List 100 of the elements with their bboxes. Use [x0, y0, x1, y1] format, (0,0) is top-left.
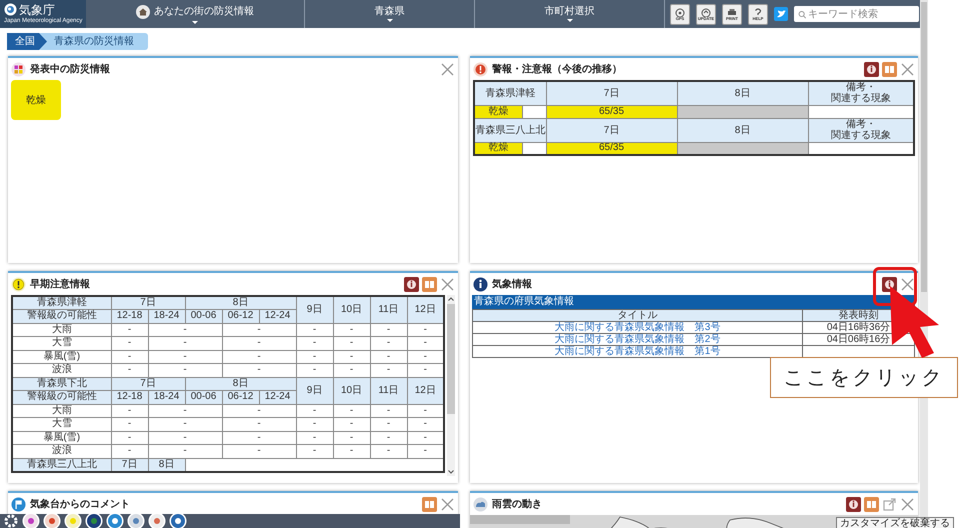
- warning-tile[interactable]: 乾燥: [11, 80, 61, 120]
- table-cell: -: [407, 350, 444, 364]
- table-cell: -: [407, 444, 444, 458]
- row-header: 青森県三八上北: [12, 458, 111, 472]
- panel-shortcut-icon[interactable]: [22, 514, 40, 528]
- table-cell: -: [148, 444, 222, 458]
- table-cell: -: [222, 323, 296, 336]
- close-icon[interactable]: [440, 62, 455, 76]
- info-icon[interactable]: [882, 276, 897, 292]
- panel-shortcut-icon[interactable]: [106, 514, 124, 528]
- alert-icon: [473, 62, 488, 76]
- table-cell: -: [370, 350, 408, 364]
- caret-icon: [566, 18, 572, 22]
- table-cell: -: [111, 404, 148, 418]
- column-header: 8日: [185, 296, 296, 310]
- close-icon[interactable]: [900, 496, 915, 512]
- table-cell: -: [148, 350, 222, 364]
- table-cell: -: [222, 431, 296, 444]
- column-header: 18-24: [148, 390, 185, 404]
- close-icon[interactable]: [440, 276, 455, 292]
- close-icon[interactable]: [900, 276, 915, 292]
- table-cell: -: [296, 364, 334, 377]
- table-cell: -: [111, 418, 148, 431]
- scroll-up-icon[interactable]: [447, 295, 455, 303]
- panel-title: 気象台からのコメント: [30, 498, 130, 512]
- logo-text: 気象庁: [19, 4, 55, 16]
- column-header: 9日: [296, 377, 334, 404]
- table-cell: -: [296, 431, 334, 444]
- table-cell: -: [407, 364, 444, 377]
- row-header: 青森県津軽: [12, 296, 111, 310]
- row-header: 暴風(雪): [12, 350, 111, 364]
- table-cell: -: [222, 350, 296, 364]
- row-header: 波浪: [12, 364, 111, 377]
- table-cell: 乾燥: [474, 142, 522, 155]
- column-header: 10日: [333, 296, 370, 323]
- panel-shortcut-icon[interactable]: [85, 514, 103, 528]
- table-cell: -: [148, 336, 222, 350]
- table-cell: -: [296, 323, 334, 336]
- breadcrumb-link[interactable]: 青森県の防災情報: [38, 33, 148, 50]
- breadcrumb-link[interactable]: 全国: [4, 33, 47, 50]
- bird-icon[interactable]: [774, 7, 788, 21]
- panel-title: 早期注意情報: [30, 277, 90, 292]
- column-header: 8日: [185, 377, 296, 390]
- table-cell: -: [148, 404, 222, 418]
- row-header: 青森県三八上北: [474, 118, 546, 142]
- search-field[interactable]: キーワード検索: [794, 6, 919, 22]
- column-header: 12-18: [111, 310, 148, 323]
- column-header: 7日: [546, 81, 677, 105]
- column-header: 備考・: [846, 119, 877, 130]
- table-cell: -: [148, 418, 222, 431]
- table-cell: 65/35: [546, 142, 677, 155]
- scroll-down-icon[interactable]: [447, 468, 455, 476]
- table-cell: -: [111, 350, 148, 364]
- info-icon[interactable]: [864, 62, 879, 76]
- panel-shortcut-icon[interactable]: [127, 514, 145, 528]
- column-header: 備考・: [846, 82, 876, 94]
- table-cell: -: [148, 364, 222, 377]
- settings-icon[interactable]: [3, 514, 19, 528]
- nav-menu[interactable]: 青森県: [305, 0, 475, 28]
- panel-shortcut-icon[interactable]: [169, 514, 187, 528]
- table-cell: 乾燥: [474, 105, 522, 118]
- column-header: 7日: [111, 377, 185, 390]
- column-header: 18-24: [148, 310, 185, 323]
- nav-menu[interactable]: 市町村選択: [475, 0, 665, 28]
- table-cell: -: [296, 350, 334, 364]
- panel-title: 気象情報: [492, 278, 532, 292]
- table-cell: 65/35: [546, 105, 677, 118]
- info-icon[interactable]: [404, 276, 419, 292]
- table-cell: -: [111, 431, 148, 444]
- column-header: タイトル: [472, 310, 802, 322]
- close-icon[interactable]: [440, 496, 455, 512]
- scrollbar[interactable]: [447, 295, 455, 476]
- table-cell: -: [370, 336, 408, 350]
- column-header: 12-24: [259, 310, 296, 323]
- row-header: 警報級の可能性: [12, 310, 111, 323]
- row-header: 暴風(雪): [12, 431, 111, 444]
- caret-icon: [192, 20, 198, 24]
- panel-shortcut-icon[interactable]: [43, 514, 61, 528]
- scrollbar-thumb[interactable]: [921, 2, 927, 292]
- panel-title: 警報・注意報（今後の推移）: [492, 62, 622, 76]
- table-cell: -: [148, 323, 222, 336]
- nav-menu[interactable]: あなたの街の防災情報: [86, 0, 305, 28]
- table-cell: -: [333, 404, 370, 418]
- column-header: 11日: [370, 377, 408, 404]
- panel-shortcut-icon[interactable]: [148, 514, 166, 528]
- book-icon[interactable]: [422, 496, 437, 512]
- column-header: 12日: [407, 377, 444, 404]
- search-icon: [798, 10, 806, 18]
- panel-shortcut-icon[interactable]: [64, 514, 82, 528]
- table-cell: -: [333, 350, 370, 364]
- scrollbar-thumb[interactable]: [447, 304, 455, 414]
- column-header: 関連する現象: [830, 130, 892, 141]
- table-cell: -: [370, 404, 408, 418]
- close-icon[interactable]: [900, 62, 915, 76]
- info-icon[interactable]: [846, 496, 861, 512]
- column-header: 8日: [148, 458, 185, 472]
- row-header: 青森県下北: [12, 377, 111, 390]
- table-cell: -: [148, 431, 222, 444]
- table-cell: -: [333, 336, 370, 350]
- column-header: 12-24: [259, 390, 296, 404]
